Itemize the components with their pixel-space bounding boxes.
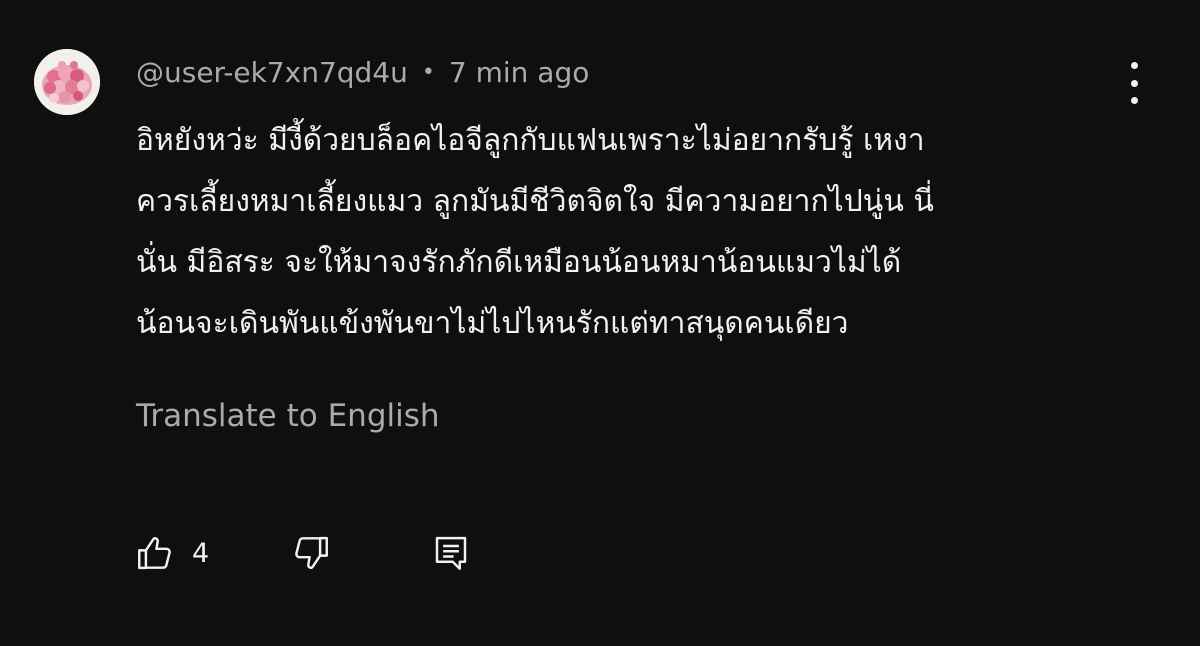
comment-line: นั่น มีอิสระ จะให้มาจงรักภักดีเหมือนน้อน… [136,245,902,280]
comment-thread: @user-ek7xn7qd4u • 7 min ago อิหยังหว่ะ … [0,0,1200,646]
flower-bouquet-avatar-icon [34,49,100,115]
comment-reply-icon [435,536,467,570]
thumb-down-icon [295,536,328,569]
thumb-up-icon [138,537,171,570]
reply-button[interactable] [430,528,472,578]
avatar[interactable] [34,49,100,115]
comment-text: อิหยังหว่ะ มีงี้ด้วยบล็อคไอจีลูกกับแฟนเพ… [136,110,1126,354]
comment-actions: 4 [134,528,534,578]
timestamp[interactable]: 7 min ago [449,56,589,89]
more-vert-icon [1130,62,1138,69]
more-actions-button[interactable] [1114,62,1154,104]
comment-meta: @user-ek7xn7qd4u • 7 min ago [136,54,589,90]
like-count: 4 [192,537,210,569]
like-button[interactable]: 4 [134,528,209,578]
comment-line: ควรเลี้ยงหมาเลี้ยงแมว ลูกมันมีชีวิตจิตใจ… [136,184,934,219]
comment-line: อิหยังหว่ะ มีงี้ด้วยบล็อคไอจีลูกกับแฟนเพ… [136,123,925,158]
dislike-button[interactable] [290,528,332,578]
author-name[interactable]: @user-ek7xn7qd4u [136,56,408,89]
meta-separator: • [421,59,435,85]
translate-button[interactable]: Translate to English [136,398,440,434]
comment-line: น้อนจะเดินพันแข้งพันขาไม่ไปไหนรักแต่ทาสน… [136,306,849,341]
